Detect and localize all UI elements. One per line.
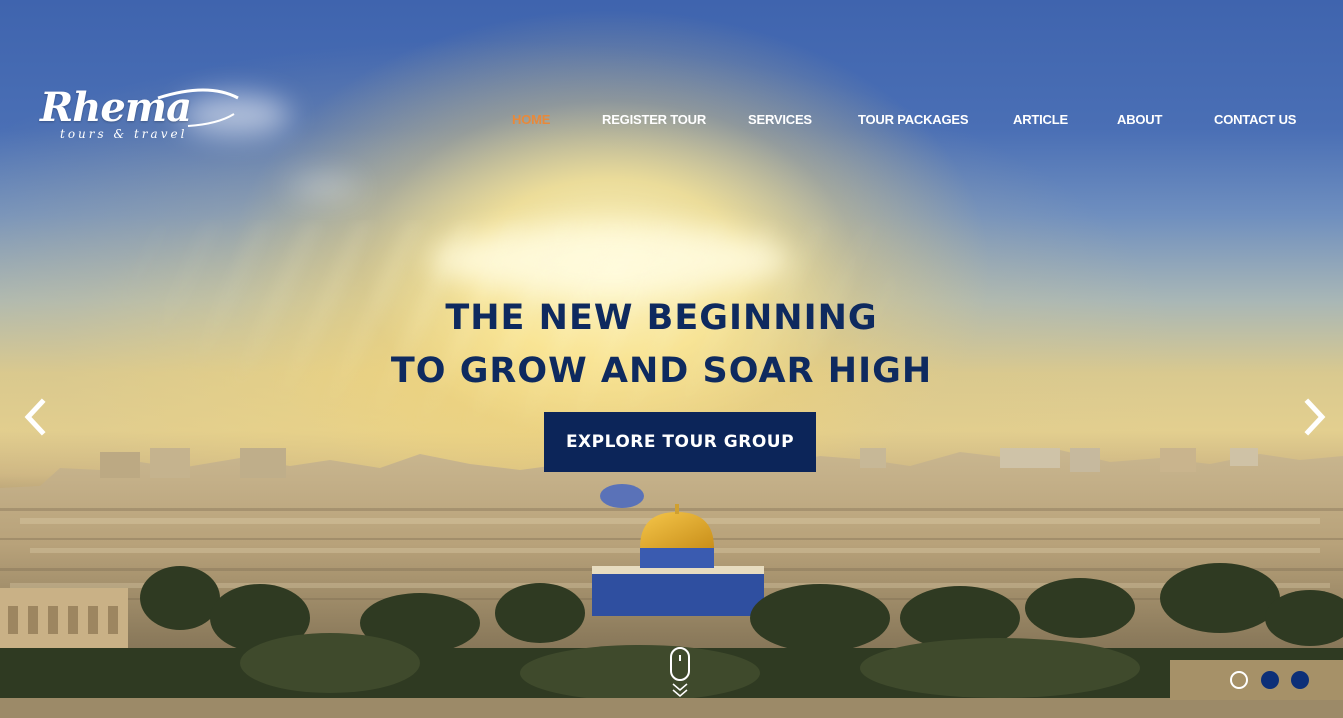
- slider-pagination: [1228, 671, 1318, 691]
- sky-cloud: [290, 178, 360, 196]
- main-nav: HOME REGISTER TOUR SERVICES TOUR PACKAGE…: [0, 112, 1343, 132]
- chevron-right-icon: [1304, 398, 1326, 436]
- nav-item-article[interactable]: ARTICLE: [1013, 112, 1068, 127]
- nav-item-about[interactable]: ABOUT: [1117, 112, 1162, 127]
- nav-item-tour-packages[interactable]: TOUR PACKAGES: [858, 112, 969, 127]
- scroll-down-indicator[interactable]: [668, 646, 692, 702]
- slider-next-button[interactable]: [1300, 398, 1330, 436]
- nav-item-register-tour[interactable]: REGISTER TOUR: [602, 112, 706, 127]
- nav-item-home[interactable]: HOME: [512, 112, 550, 127]
- hero-headline-line1: THE NEW BEGINNING: [445, 298, 878, 338]
- hero-headline-line2: TO GROW AND SOAR HIGH: [390, 351, 933, 391]
- slider-dot-3[interactable]: [1291, 671, 1309, 689]
- nav-item-contact-us[interactable]: CONTACT US: [1214, 112, 1296, 127]
- chevron-left-icon: [24, 398, 46, 436]
- nav-item-services[interactable]: SERVICES: [748, 112, 812, 127]
- hero-slider: Rhema tours & travel HOME REGISTER TOUR …: [0, 0, 1343, 718]
- mouse-scroll-icon: [670, 647, 690, 697]
- slider-dot-1[interactable]: [1230, 671, 1248, 689]
- slider-prev-button[interactable]: [20, 398, 50, 436]
- slider-dot-2[interactable]: [1261, 671, 1279, 689]
- explore-tour-group-button[interactable]: EXPLORE TOUR GROUP: [544, 412, 816, 472]
